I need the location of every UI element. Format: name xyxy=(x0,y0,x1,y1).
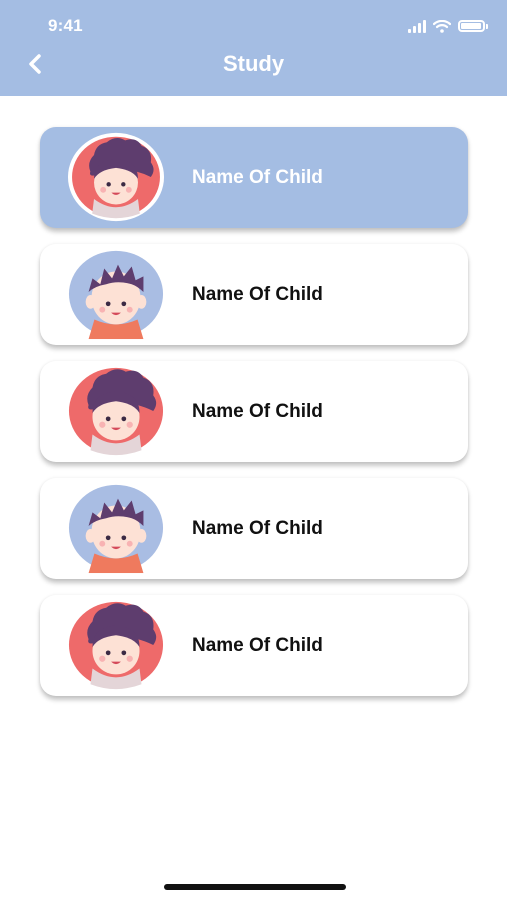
boy-avatar-icon xyxy=(68,484,164,574)
child-card[interactable]: Name Of Child xyxy=(40,127,468,228)
children-list: Name Of Child Name Of Child Name Of Chil… xyxy=(40,127,468,712)
child-card[interactable]: Name Of Child xyxy=(40,595,468,696)
app-header: 9:41 Study xyxy=(0,0,507,96)
status-icons xyxy=(408,16,488,36)
girl-avatar-icon xyxy=(67,132,165,222)
signal-icon xyxy=(408,19,426,33)
wifi-icon xyxy=(433,19,451,33)
child-name: Name Of Child xyxy=(192,401,323,422)
page-title: Study xyxy=(222,51,285,76)
boy-avatar-icon xyxy=(68,250,164,340)
girl-avatar-icon xyxy=(68,601,164,690)
child-name: Name Of Child xyxy=(192,518,323,539)
child-card[interactable]: Name Of Child xyxy=(40,244,468,345)
home-indicator xyxy=(164,884,346,890)
status-time: 9:41 xyxy=(48,16,83,35)
child-name: Name Of Child xyxy=(192,635,323,656)
child-name: Name Of Child xyxy=(192,284,323,305)
child-card[interactable]: Name Of Child xyxy=(40,361,468,462)
girl-avatar-icon xyxy=(68,367,164,456)
battery-icon xyxy=(458,20,488,32)
child-card[interactable]: Name Of Child xyxy=(40,478,468,579)
child-name: Name Of Child xyxy=(192,167,323,188)
